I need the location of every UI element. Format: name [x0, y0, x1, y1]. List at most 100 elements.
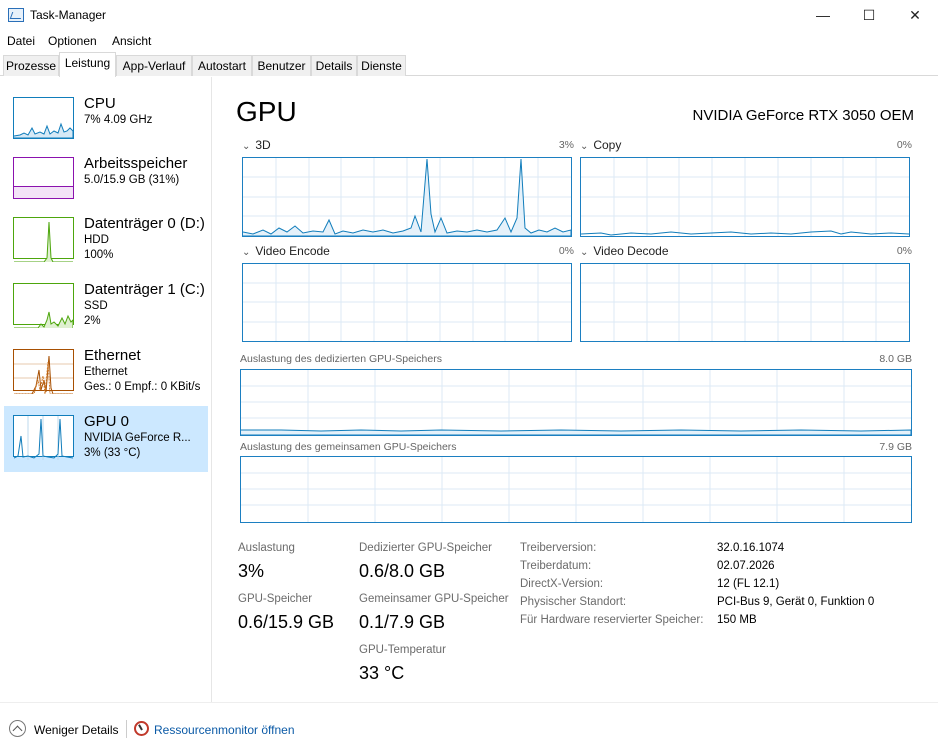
graph-decode-percent: 0%: [896, 245, 912, 257]
graph-video-decode: [580, 263, 910, 342]
tab-leistung[interactable]: Leistung: [59, 52, 116, 77]
physical-location-value: PCI-Bus 9, Gerät 0, Funktion 0: [717, 596, 875, 608]
sidebar-item-memory[interactable]: Arbeitsspeicher 5.0/15.9 GB (31%): [4, 152, 208, 218]
directx-version-value: 12 (FL 12.1): [717, 578, 780, 590]
sidebar-item-sub: 100%: [84, 249, 114, 261]
footer-separator: [126, 720, 127, 738]
chevron-down-icon: ⌄: [580, 141, 589, 152]
task-manager-icon: [8, 8, 24, 22]
physical-location-label: Physischer Standort:: [520, 596, 627, 608]
sidebar-item-gpu-0[interactable]: GPU 0 NVIDIA GeForce R... 3% (33 °C): [4, 406, 208, 472]
disk0-thumbnail-svg: [14, 221, 73, 262]
graph-3d-selector[interactable]: ⌄ 3D: [242, 138, 271, 152]
sidebar-item-title: Datenträger 1 (C:): [84, 281, 205, 298]
graph-3d-svg: [242, 158, 572, 237]
dedicated-memory-svg: [241, 370, 912, 436]
shared-memory-svg: [241, 457, 911, 522]
gpu-temperature-label: GPU-Temperatur: [359, 644, 446, 656]
sidebar-item-ethernet[interactable]: Ethernet Ethernet Ges.: 0 Empf.: 0 KBit/…: [4, 344, 208, 410]
sidebar-item-disk-0[interactable]: Datenträger 0 (D:) HDD 100%: [4, 212, 208, 278]
title-bar: Task-Manager — ☐ ✕: [0, 0, 938, 31]
gpu-thumbnail-svg: [14, 416, 73, 460]
sidebar-item-sub: Ges.: 0 Empf.: 0 KBit/s: [84, 381, 201, 393]
sidebar-item-title: Ethernet: [84, 347, 141, 364]
graph-encode-svg: [243, 264, 571, 341]
resource-monitor-link[interactable]: Ressourcenmonitor öffnen: [154, 723, 295, 737]
utilization-label: Auslastung: [238, 542, 295, 554]
dedicated-memory-graph: [240, 369, 912, 436]
shared-memory-label: Auslastung des gemeinsamen GPU-Speichers: [240, 441, 457, 453]
graph-copy-svg: [580, 158, 910, 236]
chevron-down-icon: ⌄: [242, 141, 251, 152]
sidebar-item-title: CPU: [84, 95, 116, 112]
footer-bar: Weniger Details Ressourcenmonitor öffnen: [0, 702, 938, 753]
tab-prozesse[interactable]: Prozesse: [3, 55, 59, 76]
memory-usage-fill: [14, 186, 73, 198]
graph-copy-label: Copy: [593, 138, 622, 152]
disk1-thumbnail-graph: [13, 283, 74, 328]
resource-monitor-icon[interactable]: [134, 721, 149, 736]
tab-autostart[interactable]: Autostart: [192, 55, 252, 76]
graph-copy: [580, 157, 910, 237]
dedicated-gpu-memory-label: Dedizierter GPU-Speicher: [359, 542, 492, 554]
page-title: GPU: [236, 96, 297, 127]
graph-decode-selector[interactable]: ⌄ Video Decode: [580, 244, 669, 258]
sidebar-item-title: GPU 0: [84, 413, 130, 430]
dedicated-gpu-memory-value: 0.6/8.0 GB: [359, 561, 446, 581]
graph-encode-label: Video Encode: [255, 244, 330, 258]
graph-copy-selector[interactable]: ⌄ Copy: [580, 138, 621, 152]
graph-3d-percent: 3%: [558, 139, 574, 151]
sidebar-item-sub: SSD: [84, 300, 108, 312]
gpu-thumbnail-graph: [13, 415, 74, 460]
ethernet-thumbnail-svg: [14, 355, 73, 394]
tab-app-verlauf[interactable]: App-Verlauf: [116, 55, 192, 76]
maximize-button[interactable]: ☐: [846, 0, 892, 31]
fewer-details-button[interactable]: Weniger Details: [34, 723, 118, 737]
shared-gpu-memory-value: 0.1/7.9 GB: [359, 612, 446, 632]
driver-date-value: 02.07.2026: [717, 560, 775, 572]
sidebar-item-title: Arbeitsspeicher: [84, 155, 188, 172]
graph-decode-svg: [581, 264, 909, 341]
chevron-down-icon: ⌄: [242, 247, 251, 258]
cpu-thumbnail-svg: [14, 122, 73, 138]
gpu-memory-label: GPU-Speicher: [238, 593, 313, 605]
menu-datei[interactable]: Datei: [7, 34, 35, 48]
tab-bar: Prozesse Leistung App-Verlauf Autostart …: [0, 51, 938, 77]
tab-dienste[interactable]: Dienste: [357, 55, 406, 76]
reserved-memory-value: 150 MB: [717, 614, 757, 626]
shared-memory-graph: [240, 456, 912, 523]
utilization-value: 3%: [238, 561, 265, 581]
tab-details[interactable]: Details: [311, 55, 357, 76]
menu-bar: Datei Optionen Ansicht: [0, 31, 938, 51]
sidebar-item-sub: HDD: [84, 234, 109, 246]
close-button[interactable]: ✕: [892, 0, 938, 31]
menu-ansicht[interactable]: Ansicht: [112, 34, 151, 48]
graph-3d-label: 3D: [255, 138, 271, 152]
graph-video-encode: [242, 263, 572, 342]
chevron-up-circle-icon[interactable]: [9, 720, 26, 737]
driver-date-label: Treiberdatum:: [520, 560, 592, 572]
sidebar-item-sub: 5.0/15.9 GB (31%): [84, 174, 180, 186]
graph-encode-selector[interactable]: ⌄ Video Encode: [242, 244, 330, 258]
dedicated-memory-label: Auslastung des dedizierten GPU-Speichers: [240, 353, 442, 365]
disk0-thumbnail-graph: [13, 217, 74, 262]
menu-optionen[interactable]: Optionen: [48, 34, 97, 48]
minimize-button[interactable]: —: [800, 0, 846, 31]
sidebar-item-cpu[interactable]: CPU 7% 4.09 GHz: [4, 92, 208, 158]
driver-version-value: 32.0.16.1074: [717, 542, 785, 554]
graph-3d: [242, 157, 572, 237]
sidebar-item-title: Datenträger 0 (D:): [84, 215, 205, 232]
sidebar-item-sub: 2%: [84, 315, 101, 327]
graph-copy-percent: 0%: [896, 139, 912, 151]
gpu-memory-value: 0.6/15.9 GB: [238, 612, 335, 632]
tab-benutzer[interactable]: Benutzer: [252, 55, 311, 76]
sidebar-item-disk-1[interactable]: Datenträger 1 (C:) SSD 2%: [4, 278, 208, 344]
gpu-temperature-value: 33 °C: [359, 663, 405, 683]
chevron-down-icon: ⌄: [580, 247, 589, 258]
shared-gpu-memory-label: Gemeinsamer GPU-Speicher: [359, 593, 509, 605]
sidebar-item-sub: Ethernet: [84, 366, 128, 378]
graph-decode-label: Video Decode: [593, 244, 669, 258]
driver-version-label: Treiberversion:: [520, 542, 597, 554]
sidebar-item-sub: 7% 4.09 GHz: [84, 114, 153, 126]
disk1-thumbnail-svg: [14, 311, 73, 328]
